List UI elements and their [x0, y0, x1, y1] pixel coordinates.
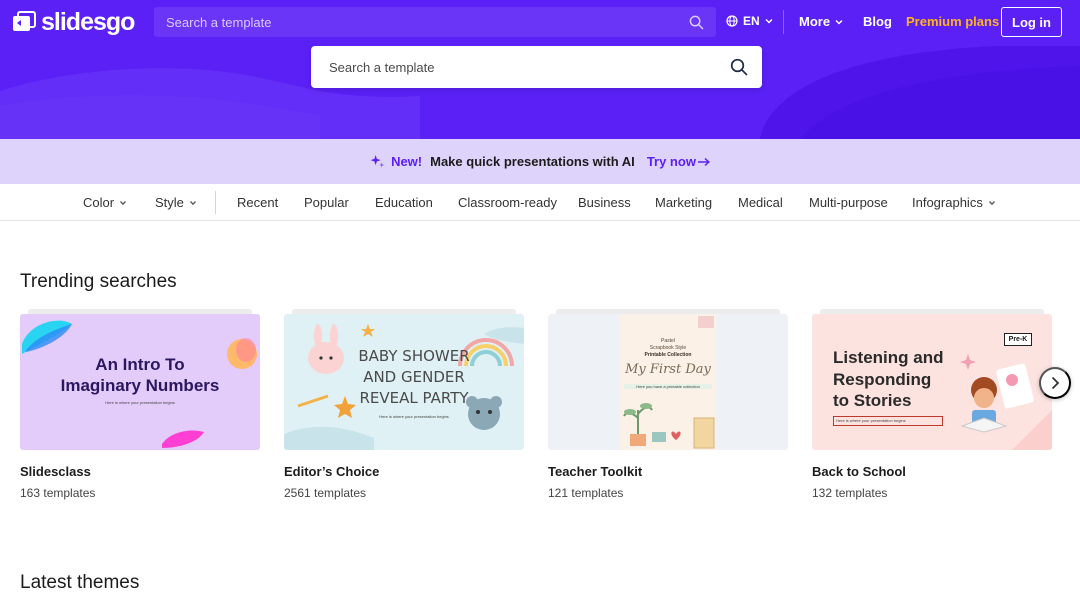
- category-infographics-label: Infographics: [912, 195, 983, 210]
- hero-banner: [0, 46, 1080, 139]
- chevron-down-icon: [189, 200, 196, 205]
- card-title[interactable]: Teacher Toolkit: [548, 464, 642, 479]
- ai-promo-text: Make quick presentations with AI: [430, 154, 635, 169]
- thumbnail-title-line2: Responding: [833, 370, 932, 389]
- globe-icon: [726, 15, 738, 27]
- hero-search-bar[interactable]: [311, 46, 762, 88]
- card-template-count: 2561 templates: [284, 486, 367, 500]
- search-icon[interactable]: [689, 15, 704, 30]
- thumbnail-title-line3: to Stories: [833, 391, 912, 410]
- slidesgo-logo[interactable]: slidesgo: [11, 8, 135, 36]
- thumbnail-title-line2: AND GENDER: [363, 368, 465, 386]
- chevron-down-icon: [120, 200, 127, 205]
- card-template-count: 132 templates: [812, 486, 888, 500]
- thumbnail-title-line3: REVEAL PARTY: [359, 389, 469, 407]
- search-icon[interactable]: [730, 58, 748, 76]
- color-filter-dropdown[interactable]: Color: [83, 195, 127, 210]
- thumbnail-artwork: [623, 316, 715, 449]
- thumbnail-title-line1: Pastel: [661, 338, 675, 344]
- language-label: EN: [743, 14, 760, 28]
- try-now-link[interactable]: Try now: [647, 154, 710, 169]
- ai-promo-banner: New! Make quick presentations with AI Tr…: [0, 139, 1080, 184]
- color-filter-label: Color: [83, 195, 115, 210]
- card-title[interactable]: Back to School: [812, 464, 906, 479]
- card-thumbnail[interactable]: Pastel Scrapbook Style Printable Collect…: [548, 314, 788, 450]
- pre-k-badge: Pre-K: [1004, 333, 1032, 346]
- chevron-down-icon: [835, 19, 843, 24]
- thumbnail-title-line1: An Intro To: [95, 355, 185, 374]
- sparkle-icon: [370, 154, 385, 169]
- thumbnail-subtitle: Here you have a printable collection: [624, 384, 712, 389]
- card-template-count: 121 templates: [548, 486, 624, 500]
- thumbnail-title-line1: Listening and: [833, 348, 944, 367]
- card-thumbnail-stack: Pre-K Listening and Responding to Storie…: [812, 309, 1052, 450]
- blog-link[interactable]: Blog: [863, 14, 892, 29]
- thumbnail-title-line4: My First Day: [625, 362, 711, 377]
- more-menu[interactable]: More: [799, 14, 843, 29]
- card-title[interactable]: Editor’s Choice: [284, 464, 379, 479]
- category-divider: [215, 191, 216, 214]
- thumbnail-title-line2: Imaginary Numbers: [60, 376, 220, 395]
- category-business[interactable]: Business: [578, 195, 631, 210]
- card-title[interactable]: Slidesclass: [20, 464, 91, 479]
- thumbnail-subtitle: Here is where your presentation begins: [105, 400, 175, 405]
- style-filter-dropdown[interactable]: Style: [155, 195, 197, 210]
- chevron-down-icon: [765, 19, 773, 24]
- thumbnail-title-line1: BABY SHOWER: [358, 347, 470, 365]
- category-education[interactable]: Education: [375, 195, 433, 210]
- category-marketing[interactable]: Marketing: [655, 195, 712, 210]
- card-thumbnail[interactable]: Pre-K Listening and Responding to Storie…: [812, 314, 1052, 450]
- chevron-down-icon: [988, 200, 995, 205]
- thumbnail-subtitle: Here is where your presentation begins: [833, 416, 943, 426]
- header-search-bar[interactable]: [154, 7, 716, 37]
- premium-plans-link[interactable]: Premium plans: [906, 14, 999, 29]
- thumbnail-title-line3: Printable Collection: [644, 352, 692, 358]
- trending-searches-title: Trending searches: [20, 271, 177, 292]
- header-search-input[interactable]: [166, 14, 689, 30]
- style-filter-label: Style: [155, 195, 184, 210]
- category-infographics-dropdown[interactable]: Infographics: [912, 195, 996, 210]
- card-template-count: 163 templates: [20, 486, 96, 500]
- slidesgo-logo-icon: [13, 11, 36, 31]
- category-popular[interactable]: Popular: [304, 195, 349, 210]
- thumbnail-title-line2: Scrapbook Style: [649, 345, 687, 351]
- login-button[interactable]: Log in: [1001, 7, 1062, 37]
- more-label: More: [799, 14, 831, 29]
- category-recent[interactable]: Recent: [237, 195, 278, 210]
- header-divider: [783, 10, 784, 34]
- ai-new-badge: New!: [391, 154, 423, 169]
- category-multi-purpose[interactable]: Multi-purpose: [809, 195, 888, 210]
- category-classroom-ready[interactable]: Classroom-ready: [458, 195, 557, 210]
- logo-text: slidesgo: [41, 8, 135, 36]
- chevron-right-icon: [1051, 376, 1060, 390]
- language-selector[interactable]: EN: [726, 14, 773, 28]
- thumbnail-subtitle: Here is where your presentation begins: [379, 414, 449, 419]
- arrow-right-icon: [697, 157, 710, 166]
- card-thumbnail[interactable]: BABY SHOWER AND GENDER REVEAL PARTY Here…: [284, 314, 524, 450]
- try-now-label: Try now: [646, 154, 696, 169]
- carousel-next-button[interactable]: [1039, 367, 1071, 399]
- card-thumbnail-stack: BABY SHOWER AND GENDER REVEAL PARTY Here…: [284, 309, 524, 450]
- card-thumbnail-stack: An Intro To Imaginary Numbers Here is wh…: [20, 309, 260, 450]
- card-thumbnail[interactable]: An Intro To Imaginary Numbers Here is wh…: [20, 314, 260, 450]
- latest-themes-title: Latest themes: [20, 572, 140, 593]
- category-medical[interactable]: Medical: [738, 195, 783, 210]
- category-navigation: Color Style Recent Popular Education Cla…: [0, 184, 1080, 221]
- top-navigation-bar: slidesgo EN More Blog Premium plans Log …: [0, 0, 1080, 46]
- hero-search-input[interactable]: [329, 59, 730, 75]
- card-thumbnail-stack: Pastel Scrapbook Style Printable Collect…: [548, 309, 788, 450]
